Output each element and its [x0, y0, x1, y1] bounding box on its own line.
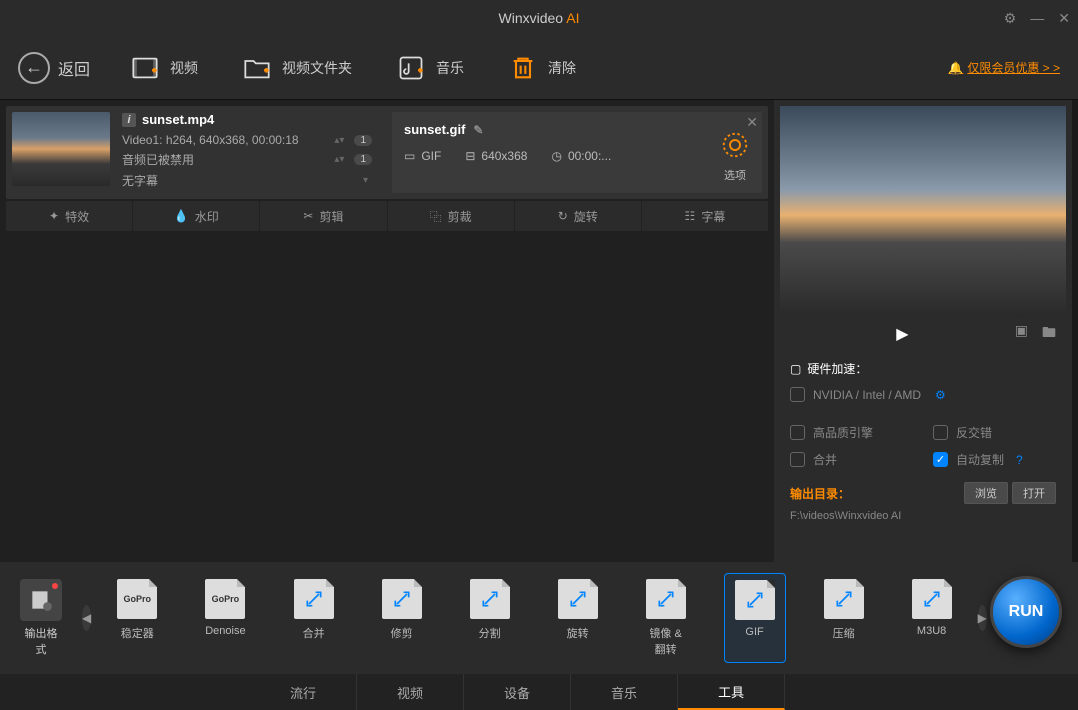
output-format-button[interactable]: 输出格式 — [20, 579, 62, 657]
category-tab-流行[interactable]: 流行 — [250, 674, 357, 710]
format-file-icon — [382, 579, 422, 619]
format-file-icon — [294, 579, 334, 619]
effects-button[interactable]: ✦特效 — [6, 201, 133, 231]
trash-icon — [508, 53, 538, 83]
format-稳定器[interactable]: GoPro稳定器 — [107, 573, 167, 663]
category-tab-视频[interactable]: 视频 — [357, 674, 464, 710]
output-settings: ✕ sunset.gif ✎ ▭GIF ⊟640x368 ◷00:00:... … — [392, 112, 762, 193]
chip-icon: ▢ — [790, 362, 801, 376]
edit-name-icon[interactable]: ✎ — [473, 123, 483, 137]
info-icon[interactable]: i — [122, 113, 136, 127]
watermark-button[interactable]: 💧水印 — [133, 201, 260, 231]
rotate-button[interactable]: ↻旋转 — [515, 201, 642, 231]
format-GIF[interactable]: GIF — [724, 573, 786, 663]
format-bar: 输出格式 ◀ GoPro稳定器 GoProDenoise 合并修剪分割旋转镜像 & … — [0, 562, 1078, 674]
gpu-checkbox[interactable] — [790, 387, 805, 402]
hw-settings-icon[interactable]: ⚙ — [935, 388, 946, 402]
remove-file-button[interactable]: ✕ — [746, 114, 758, 131]
category-tab-工具[interactable]: 工具 — [678, 674, 785, 710]
format-file-icon: GoPro — [117, 579, 157, 619]
folder-icon[interactable]: 🖿 — [1042, 322, 1056, 346]
format-M3U8[interactable]: M3U8 — [902, 573, 962, 663]
main-toolbar: ← 返回 视频 视频文件夹 音乐 清除 🔔 仅限会员优惠 > > — [0, 36, 1078, 100]
format-合并[interactable]: 合并 — [284, 573, 344, 663]
format-压缩[interactable]: 压缩 — [814, 573, 874, 663]
format-修剪[interactable]: 修剪 — [372, 573, 432, 663]
help-icon[interactable]: ? — [1016, 453, 1023, 467]
file-list-panel: i sunset.mp4 Video1: h264, 640x368, 00:0… — [0, 100, 774, 562]
title-bar: Winxvideo AI ⚙ — ✕ — [0, 0, 1078, 36]
snapshot-icon[interactable]: ▣ — [1015, 322, 1028, 346]
merge-checkbox[interactable] — [790, 452, 805, 467]
category-tab-设备[interactable]: 设备 — [464, 674, 571, 710]
back-arrow-icon: ← — [18, 52, 50, 84]
clear-button[interactable]: 清除 — [508, 53, 576, 83]
format-file-icon — [735, 580, 775, 620]
add-video-button[interactable]: 视频 — [130, 53, 198, 83]
autocopy-checkbox[interactable]: ✓ — [933, 452, 948, 467]
edit-toolbar: ✦特效 💧水印 ✂剪辑 ⿻剪裁 ↻旋转 ☷字幕 — [6, 201, 768, 231]
trim-button[interactable]: ✂剪辑 — [260, 201, 387, 231]
thumbnail — [12, 112, 110, 186]
settings-icon[interactable]: ⚙ — [1004, 10, 1017, 27]
app-title: Winxvideo AI — [499, 10, 580, 26]
music-icon — [396, 53, 426, 83]
format-icon: ▭ — [404, 149, 415, 163]
open-button[interactable]: 打开 — [1012, 482, 1056, 504]
format-分割[interactable]: 分割 — [460, 573, 520, 663]
format-file-icon — [912, 579, 952, 619]
format-file-icon — [470, 579, 510, 619]
subtitle-button[interactable]: ☷字幕 — [642, 201, 768, 231]
hq-checkbox[interactable] — [790, 425, 805, 440]
video-preview[interactable] — [780, 106, 1066, 316]
crop-button[interactable]: ⿻剪裁 — [388, 201, 515, 231]
output-dir-label: 输出目录： — [790, 485, 850, 502]
format-file-icon — [824, 579, 864, 619]
scroll-right-button[interactable]: ▶ — [978, 605, 987, 631]
minimize-icon[interactable]: — — [1030, 10, 1044, 26]
folder-icon — [242, 53, 272, 83]
format-file-icon — [558, 579, 598, 619]
category-tab-音乐[interactable]: 音乐 — [571, 674, 678, 710]
format-旋转[interactable]: 旋转 — [548, 573, 608, 663]
file-item[interactable]: i sunset.mp4 Video1: h264, 640x368, 00:0… — [6, 106, 768, 199]
promo-link[interactable]: 🔔 仅限会员优惠 > > — [948, 59, 1060, 76]
video-icon — [130, 53, 160, 83]
bell-icon: 🔔 — [948, 61, 963, 75]
add-folder-button[interactable]: 视频文件夹 — [242, 53, 352, 83]
codec-options-button[interactable]: 选项 — [720, 130, 750, 183]
file-name: i sunset.mp4 — [122, 112, 372, 127]
hw-accel-label: ▢ 硬件加速： — [790, 360, 1056, 377]
browse-button[interactable]: 浏览 — [964, 482, 1008, 504]
deinterlace-checkbox[interactable] — [933, 425, 948, 440]
format-file-icon: GoPro — [205, 579, 245, 619]
run-button[interactable]: RUN — [990, 576, 1062, 648]
output-path: F:\videos\Winxvideo AI — [790, 510, 1056, 522]
add-music-button[interactable]: 音乐 — [396, 53, 464, 83]
preview-panel: ▶ ▣ 🖿 ▢ 硬件加速： NVIDIA / Intel / AMD ⚙ 高品质… — [774, 100, 1072, 562]
play-button[interactable]: ▶ — [896, 324, 908, 344]
format-Denoise[interactable]: GoProDenoise — [195, 573, 255, 663]
format-镜像 & 翻转[interactable]: 镜像 & 翻转 — [636, 573, 696, 663]
clock-icon: ◷ — [551, 149, 561, 163]
scroll-left-button[interactable]: ◀ — [82, 605, 91, 631]
close-icon[interactable]: ✕ — [1058, 10, 1070, 27]
format-file-icon — [646, 579, 686, 619]
back-button[interactable]: ← 返回 — [18, 52, 90, 84]
format-settings-icon — [20, 579, 62, 621]
output-filename: sunset.gif ✎ — [404, 122, 750, 137]
category-tabs: 流行视频设备音乐工具 — [0, 674, 1078, 710]
resolution-icon: ⊟ — [465, 149, 475, 163]
back-label: 返回 — [58, 56, 90, 80]
